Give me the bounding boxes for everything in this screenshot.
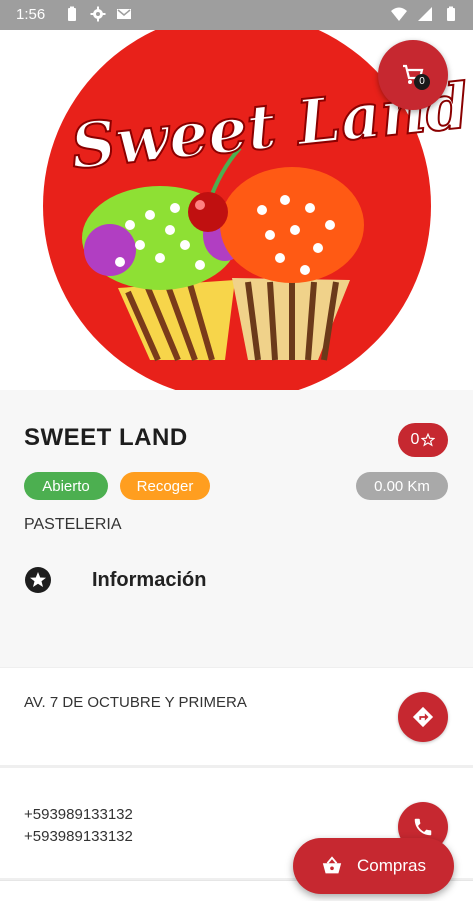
status-bar: 1:56 bbox=[0, 0, 473, 30]
battery-icon bbox=[447, 6, 455, 21]
star-outline-icon bbox=[421, 433, 436, 447]
rating-value: 0 bbox=[410, 431, 420, 448]
signal-icon bbox=[418, 7, 432, 21]
store-info-card: SWEET LAND 0 Abierto Recoger 0.00 Km PAS… bbox=[0, 390, 473, 667]
rating-badge[interactable]: 0 bbox=[398, 423, 448, 457]
phone-list: +593989133132 +593989133132 bbox=[24, 804, 133, 848]
battery-saver-icon bbox=[68, 6, 76, 21]
compras-button[interactable]: Compras bbox=[293, 838, 454, 894]
mail-icon bbox=[117, 9, 131, 19]
gear-icon bbox=[90, 6, 106, 22]
store-category: PASTELERIA bbox=[24, 516, 122, 533]
basket-icon bbox=[322, 856, 342, 874]
cart-button[interactable]: 0 bbox=[378, 40, 448, 110]
directions-icon bbox=[412, 706, 434, 728]
address-text: AV. 7 DE OCTUBRE Y PRIMERA bbox=[24, 694, 247, 711]
star-circle-icon bbox=[25, 567, 51, 593]
directions-button[interactable] bbox=[398, 692, 448, 742]
info-section-header[interactable]: Información bbox=[24, 566, 206, 594]
phone-icon bbox=[414, 818, 432, 836]
status-time: 1:56 bbox=[16, 6, 46, 23]
distance-badge: 0.00 Km bbox=[356, 472, 448, 500]
compras-label: Compras bbox=[357, 856, 426, 875]
phone-number: +593989133132 bbox=[24, 828, 133, 845]
wifi-icon bbox=[391, 7, 407, 21]
info-label: Información bbox=[92, 568, 207, 591]
phone-number: +593989133132 bbox=[24, 806, 133, 823]
pickup-badge: Recoger bbox=[120, 472, 210, 500]
cart-count-badge: 0 bbox=[414, 74, 430, 90]
store-name: SWEET LAND bbox=[24, 424, 188, 451]
address-card: AV. 7 DE OCTUBRE Y PRIMERA bbox=[0, 668, 473, 765]
status-open-badge: Abierto bbox=[24, 472, 108, 500]
